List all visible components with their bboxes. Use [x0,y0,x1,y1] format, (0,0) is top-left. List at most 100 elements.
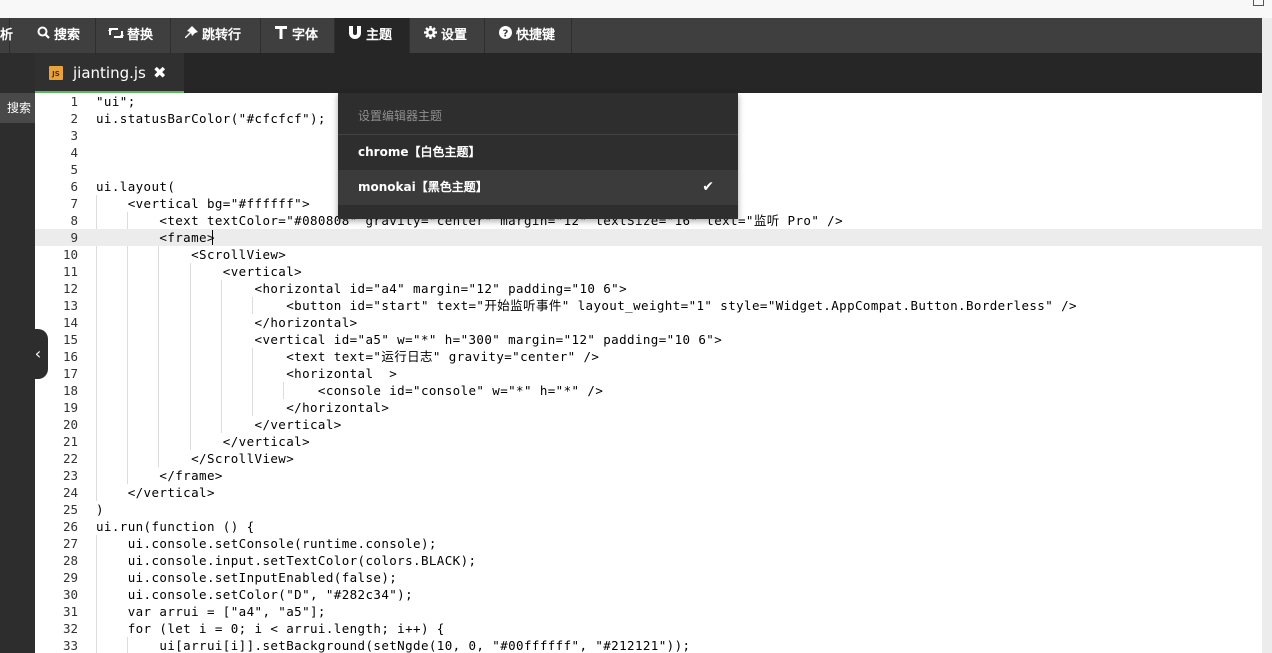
code-text: ui.layout( [96,179,176,194]
code-line[interactable]: 27 ui.console.setConsole(runtime.console… [35,535,1262,552]
tab-filename: jianting.js [73,64,146,82]
tab-jianting-js[interactable]: JS jianting.js ✖ [35,53,184,93]
code-text: ui.console.input.setTextColor(colors.BLA… [96,553,477,568]
text-cursor [212,230,213,245]
code-line[interactable]: 16 <text text="运行日志" gravity="center" /> [35,348,1262,365]
code-line[interactable]: 9 <frame> [35,229,1262,246]
code-line[interactable]: 28 ui.console.input.setTextColor(colors.… [35,552,1262,569]
line-number: 12 [62,281,78,296]
line-number: 9 [70,230,78,245]
menu-item-label: 搜索 [54,28,81,43]
magnet-icon [347,18,363,53]
theme-option-label: chrome【白色主题】 [358,145,481,159]
line-number: 2 [70,111,78,126]
theme-option-chrome[interactable]: chrome【白色主题】 [338,135,738,170]
code-text: ui.console.setConsole(runtime.console); [96,536,437,551]
close-icon[interactable]: ✖ [153,53,166,93]
menu-item-theme[interactable]: 主题 [335,18,410,53]
code-line[interactable]: 22 </ScrollView> [35,450,1262,467]
line-number: 22 [62,451,78,466]
line-number: 25 [62,502,78,517]
code-line[interactable]: 18 <console id="console" w="*" h="*" /> [35,382,1262,399]
code-text: <frame> [96,230,215,245]
line-number: 26 [62,519,78,534]
window-scrollbar[interactable] [1262,18,1272,653]
menu-item-label: 快捷键 [516,28,556,43]
code-line[interactable]: 12 <horizontal id="a4" margin="12" paddi… [35,280,1262,297]
question-circle-icon: ? [497,18,513,53]
js-file-icon: JS [49,66,63,80]
menu-item-label: 替换 [127,28,154,43]
checkmark-icon: ✔ [702,179,714,195]
line-number: 21 [62,434,78,449]
window-title-strip [0,0,1272,18]
file-tab-bar: JS jianting.js ✖ [0,53,1262,93]
code-text: ui[arrui[i]].setBackground(setNgde(10, 0… [96,638,691,653]
line-number: 8 [70,213,78,228]
code-line[interactable]: 31 var arrui = ["a4", "a5"]; [35,603,1262,620]
line-number: 11 [62,264,78,279]
menu-item-shortcuts[interactable]: ? 快捷键 [485,18,572,53]
code-line[interactable]: 33 ui[arrui[i]].setBackground(setNgde(10… [35,637,1262,653]
code-line[interactable]: 13 <button id="start" text="开始监听事件" layo… [35,297,1262,314]
code-text: ui.console.setInputEnabled(false); [96,570,398,585]
menu-item-search[interactable]: 搜索 [23,18,96,53]
code-text: <ScrollView> [96,247,287,262]
line-number: 1 [70,94,78,109]
code-line[interactable]: 15 <vertical id="a5" w="*" h="300" margi… [35,331,1262,348]
code-line[interactable]: 26 ui.run(function () { [35,518,1262,535]
line-number: 30 [62,587,78,602]
menu-item-label: 析 [0,28,14,43]
line-number: 24 [62,485,78,500]
code-line[interactable]: 14 </horizontal> [35,314,1262,331]
retweet-icon [108,18,124,53]
menu-item-partial[interactable]: 析 [0,18,14,53]
line-number: 32 [62,621,78,636]
code-text: <horizontal > [96,366,398,381]
code-line[interactable]: 11 <vertical> [35,263,1262,280]
menu-item-font[interactable]: 字体 [261,18,335,53]
menu-bar: 析 搜索 替换 跳转行 字体 主题 设置 ? 快捷键 [0,18,1262,53]
collapse-sidebar-chevron-icon[interactable]: ‹ [28,329,48,379]
code-line[interactable]: 10 <ScrollView> [35,246,1262,263]
code-text: ui.statusBarColor("#cfcfcf"); [96,111,326,126]
search-icon [35,18,51,53]
code-line[interactable]: 17 <horizontal > [35,365,1262,382]
line-number: 13 [62,298,78,313]
code-text: <vertical id="a5" w="*" h="300" margin="… [96,332,723,347]
code-text: <horizontal id="a4" margin="12" padding=… [96,281,628,296]
window-restore-icon[interactable] [1253,0,1264,6]
code-text: ) [96,502,104,517]
line-number: 27 [62,536,78,551]
sidebar-search-button[interactable]: 搜索 [0,93,35,123]
line-number: 6 [70,179,78,194]
code-line[interactable]: 20 </vertical> [35,416,1262,433]
code-line[interactable]: 23 </frame> [35,467,1262,484]
menu-item-settings[interactable]: 设置 [410,18,485,53]
gear-icon [422,18,438,53]
code-text: </vertical> [96,434,310,449]
line-number: 14 [62,315,78,330]
text-cursor-icon [273,18,289,53]
code-line[interactable]: 29 ui.console.setInputEnabled(false); [35,569,1262,586]
code-line[interactable]: 25) [35,501,1262,518]
code-line[interactable]: 30 ui.console.setColor("D", "#282c34"); [35,586,1262,603]
menu-item-label: 跳转行 [202,28,242,43]
code-line[interactable]: 24 </vertical> [35,484,1262,501]
menu-item-goto-line[interactable]: 跳转行 [171,18,261,53]
code-line[interactable]: 21 </vertical> [35,433,1262,450]
line-number: 5 [70,162,78,177]
line-number: 19 [62,400,78,415]
code-line[interactable]: 19 </horizontal> [35,399,1262,416]
theme-option-label: monokai【黑色主题】 [358,180,488,194]
tab-bar-gutter [0,53,35,93]
code-line[interactable]: 32 for (let i = 0; i < arrui.length; i++… [35,620,1262,637]
code-text: var arrui = ["a4", "a5"]; [96,604,326,619]
pin-icon [183,18,199,53]
menu-item-replace[interactable]: 替换 [96,18,171,53]
theme-option-monokai[interactable]: monokai【黑色主题】 ✔ [338,170,738,205]
svg-text:?: ? [502,29,508,40]
code-text: "ui"; [96,94,136,109]
line-number: 3 [70,128,78,143]
line-number: 23 [62,468,78,483]
